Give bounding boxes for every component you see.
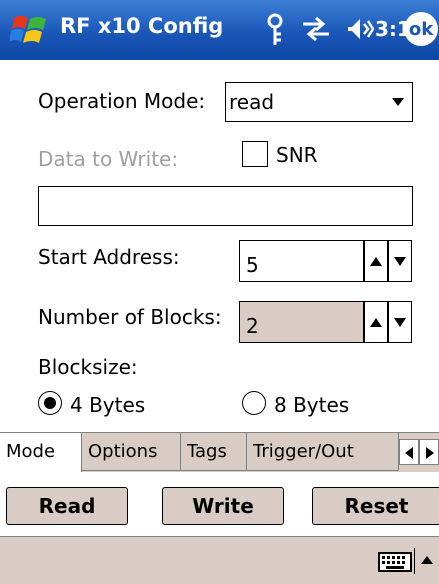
- operation-mode-value: read: [229, 90, 275, 114]
- data-to-write-label: Data to Write:: [38, 147, 179, 171]
- snr-checkbox[interactable]: [242, 141, 268, 167]
- tab-trigger-output[interactable]: Trigger/Out: [247, 433, 399, 471]
- menu-separator: [414, 548, 415, 574]
- input-panel-arrow-icon[interactable]: [421, 556, 433, 564]
- radio-selected-dot: [44, 397, 56, 409]
- arrow-up-icon: [370, 257, 382, 266]
- tab-scroll-right-button[interactable]: [419, 439, 439, 465]
- arrow-right-icon: [426, 447, 434, 459]
- arrow-down-icon: [394, 257, 406, 266]
- arrow-down-icon: [394, 318, 406, 327]
- start-address-up-button[interactable]: [364, 240, 388, 282]
- windows-start-icon[interactable]: [10, 10, 50, 50]
- speaker-icon[interactable]: [346, 16, 374, 42]
- read-button[interactable]: Read: [6, 487, 128, 525]
- tab-mode[interactable]: Mode: [0, 433, 82, 473]
- blocksize-4-label: 4 Bytes: [70, 393, 146, 417]
- start-address-field[interactable]: 5: [239, 240, 364, 282]
- start-address-down-button[interactable]: [388, 240, 412, 282]
- operation-mode-select[interactable]: read: [225, 82, 413, 122]
- blocksize-4-radio[interactable]: [38, 391, 62, 415]
- blocksize-8-label: 8 Bytes: [274, 393, 350, 417]
- antenna-icon[interactable]: [263, 12, 287, 46]
- ok-button[interactable]: ok: [404, 12, 438, 46]
- start-address-label: Start Address:: [38, 245, 180, 269]
- tab-bar: Mode Options Tags Trigger/Out: [0, 432, 439, 473]
- write-button[interactable]: Write: [162, 487, 284, 525]
- reset-button[interactable]: Reset: [312, 487, 439, 525]
- snr-label: SNR: [276, 143, 318, 167]
- tab-options[interactable]: Options: [82, 433, 181, 471]
- arrow-up-icon: [370, 318, 382, 327]
- tab-scroll-left-button[interactable]: [399, 439, 419, 465]
- number-of-blocks-down-button[interactable]: [388, 301, 412, 343]
- tab-tags[interactable]: Tags: [181, 433, 247, 471]
- keyboard-icon[interactable]: [378, 552, 412, 572]
- arrow-left-icon: [405, 447, 413, 459]
- chevron-down-icon: [392, 98, 404, 106]
- operation-mode-label: Operation Mode:: [38, 89, 206, 113]
- blocksize-8-radio[interactable]: [242, 391, 266, 415]
- connectivity-icon[interactable]: [301, 15, 331, 43]
- menu-bar: [0, 536, 439, 584]
- number-of-blocks-up-button[interactable]: [364, 301, 388, 343]
- data-to-write-input[interactable]: [38, 186, 413, 226]
- blocksize-label: Blocksize:: [38, 355, 138, 379]
- number-of-blocks-field[interactable]: 2: [239, 301, 364, 343]
- number-of-blocks-label: Number of Blocks:: [38, 305, 222, 329]
- app-title: RF x10 Config: [60, 14, 224, 38]
